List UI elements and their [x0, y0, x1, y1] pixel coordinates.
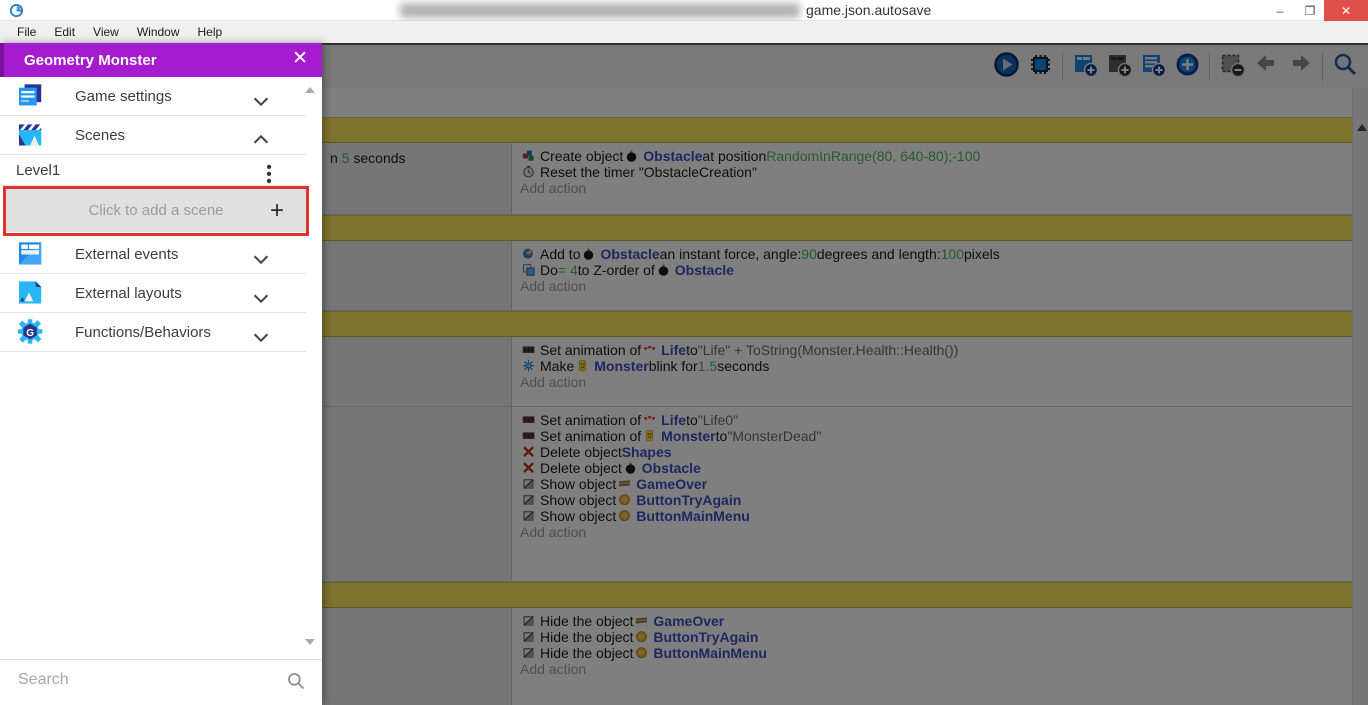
item-label: Scenes: [75, 126, 126, 144]
chevron-down-icon[interactable]: [250, 326, 272, 353]
drawer-scroll-down-icon[interactable]: [305, 639, 315, 645]
window-title: game.json.autosave: [806, 2, 932, 18]
sidebar-item-external-layouts[interactable]: External layouts: [0, 274, 306, 313]
drawer-search-bar: [0, 659, 322, 705]
menu-view[interactable]: View: [84, 22, 128, 42]
scenes-icon: [14, 120, 44, 150]
external-events-icon: [14, 239, 44, 269]
add-scene-label: Click to add a scene: [88, 202, 224, 219]
project-manager-drawer: Geometry Monster ✕ Game settings Scenes Le…: [0, 43, 322, 705]
plus-icon: +: [269, 197, 284, 224]
close-button[interactable]: ✕: [1324, 0, 1368, 21]
scene-item-level1[interactable]: Level1 • • •: [0, 155, 306, 190]
functions-behaviors-icon: G: [14, 317, 44, 347]
external-layouts-icon: [14, 278, 44, 308]
item-label: External layouts: [75, 284, 182, 302]
gdevelop-logo-icon: [9, 3, 24, 18]
search-icon: [288, 673, 305, 690]
item-label: Level1: [16, 161, 61, 179]
menu-file[interactable]: File: [8, 22, 45, 42]
item-label: Functions/Behaviors: [75, 323, 211, 341]
add-scene-item: Click to add a scene +: [0, 186, 309, 236]
application-window: game.json.autosave – ❐ ✕ File Edit View Win…: [0, 0, 1368, 705]
add-scene-button[interactable]: Click to add a scene +: [6, 189, 306, 232]
drawer-close-icon[interactable]: ✕: [292, 48, 308, 70]
chevron-down-icon[interactable]: [250, 90, 272, 117]
svg-text:G: G: [26, 328, 34, 339]
menu-help[interactable]: Help: [189, 22, 232, 42]
kebab-menu-icon[interactable]: • • •: [264, 160, 274, 190]
sidebar-item-game-settings[interactable]: Game settings: [0, 77, 306, 116]
sidebar-item-scenes[interactable]: Scenes: [0, 116, 306, 155]
chevron-down-icon[interactable]: [250, 248, 272, 275]
item-label: Game settings: [75, 87, 172, 105]
sidebar-item-external-events[interactable]: External events: [0, 235, 306, 274]
project-title: Geometry Monster: [24, 51, 157, 69]
menu-bar: File Edit View Window Help: [0, 21, 1368, 43]
minimize-button[interactable]: –: [1266, 0, 1294, 21]
title-bar: game.json.autosave – ❐ ✕: [0, 0, 1368, 21]
chevron-down-icon[interactable]: [250, 287, 272, 314]
drawer-header: Geometry Monster ✕: [0, 43, 322, 77]
chevron-up-icon[interactable]: [250, 129, 272, 156]
title-redacted-blur: [400, 3, 800, 18]
sidebar-item-functions-behaviors[interactable]: G Functions/Behaviors: [0, 313, 306, 352]
menu-edit[interactable]: Edit: [45, 22, 84, 42]
drawer-scroll-up-icon[interactable]: [305, 87, 315, 93]
search-input[interactable]: [16, 670, 266, 690]
game-settings-icon: [14, 81, 44, 111]
project-tree: Game settings Scenes Level1 • • • Click to add…: [0, 77, 309, 352]
menu-window[interactable]: Window: [128, 22, 189, 42]
item-label: External events: [75, 245, 179, 263]
restore-button[interactable]: ❐: [1296, 0, 1324, 21]
